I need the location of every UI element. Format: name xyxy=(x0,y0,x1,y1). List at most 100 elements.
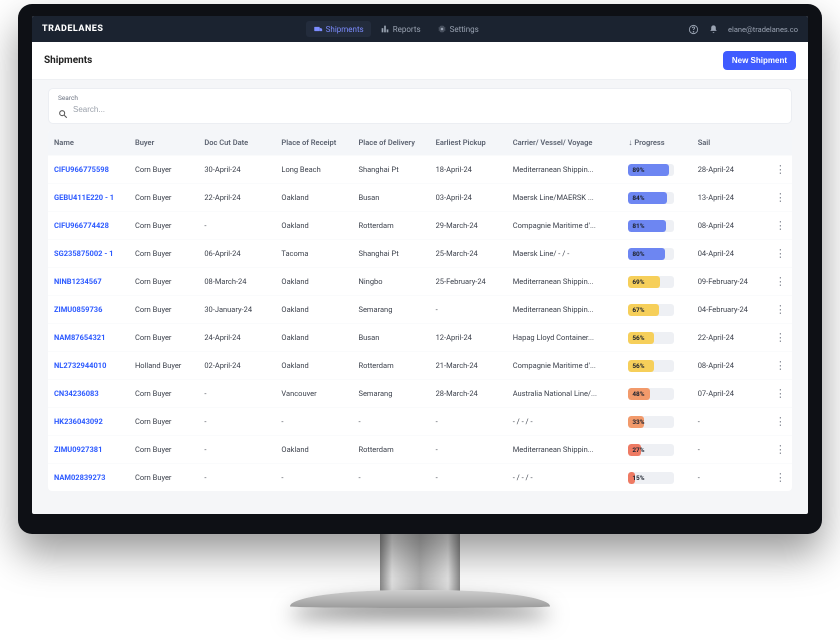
col-doc-cut[interactable]: Doc Cut Date xyxy=(198,130,275,156)
cell-receipt: Oakland xyxy=(275,268,352,296)
shipment-link[interactable]: NINB1234567 xyxy=(54,277,102,286)
cell-buyer: Corn Buyer xyxy=(129,464,198,492)
cell-buyer: Corn Buyer xyxy=(129,408,198,436)
user-email[interactable]: elane@tradelanes.co xyxy=(728,25,798,34)
shipment-link[interactable]: ZIMU0859736 xyxy=(54,305,102,314)
col-pickup[interactable]: Earliest Pickup xyxy=(430,130,507,156)
cell-sail: - xyxy=(692,464,769,492)
cell-pickup: 29-March-24 xyxy=(430,212,507,240)
search-card: Search xyxy=(48,88,792,124)
cell-pickup: 28-March-24 xyxy=(430,380,507,408)
cell-doc-cut: - xyxy=(198,464,275,492)
nav-center: Shipments Reports Settings xyxy=(306,21,486,37)
progress-value: 84% xyxy=(632,192,644,204)
table-row: ZIMU0927381Corn Buyer-OaklandRotterdam-M… xyxy=(48,436,792,464)
cell-sail: 28-April-24 xyxy=(692,156,769,184)
shipment-link[interactable]: SG235875002 - 1 xyxy=(54,249,113,258)
col-carrier[interactable]: Carrier/ Vessel/ Voyage xyxy=(507,130,623,156)
cell-pickup: 21-March-24 xyxy=(430,352,507,380)
nav-shipments[interactable]: Shipments xyxy=(306,21,371,37)
cell-buyer: Corn Buyer xyxy=(129,436,198,464)
row-actions-menu[interactable]: ⋮ xyxy=(769,268,792,296)
row-actions-menu[interactable]: ⋮ xyxy=(769,296,792,324)
row-actions-menu[interactable]: ⋮ xyxy=(769,352,792,380)
cell-progress: 15% xyxy=(622,464,691,492)
cell-name: CN34236083 xyxy=(48,380,129,408)
nav-reports[interactable]: Reports xyxy=(373,21,428,37)
cell-name: GEBU411E220 - 1 xyxy=(48,184,129,212)
row-actions-menu[interactable]: ⋮ xyxy=(769,184,792,212)
cell-delivery: - xyxy=(353,464,430,492)
cell-sail: 22-April-24 xyxy=(692,324,769,352)
table-row: CIFU966775598Corn Buyer30-April-24Long B… xyxy=(48,156,792,184)
row-actions-menu[interactable]: ⋮ xyxy=(769,212,792,240)
progress-bar: 69% xyxy=(628,276,674,288)
cell-receipt: Oakland xyxy=(275,296,352,324)
cell-name: NAM02839273 xyxy=(48,464,129,492)
table-row: NINB1234567Corn Buyer08-March-24OaklandN… xyxy=(48,268,792,296)
progress-bar: 80% xyxy=(628,248,674,260)
search-input[interactable] xyxy=(73,105,782,114)
bell-icon[interactable] xyxy=(708,24,718,34)
cell-receipt: Oakland xyxy=(275,184,352,212)
table-row: CN34236083Corn Buyer-VancouverSemarang28… xyxy=(48,380,792,408)
cell-carrier: Mediterranean Shippin... xyxy=(507,296,623,324)
shipment-link[interactable]: GEBU411E220 - 1 xyxy=(54,193,114,202)
nav-settings-label: Settings xyxy=(450,25,479,34)
cell-sail: - xyxy=(692,436,769,464)
col-delivery[interactable]: Place of Delivery xyxy=(353,130,430,156)
nav-settings[interactable]: Settings xyxy=(430,21,486,37)
col-sail[interactable]: Sail xyxy=(692,130,769,156)
table-row: SG235875002 - 1Corn Buyer06-April-24Taco… xyxy=(48,240,792,268)
cell-doc-cut: - xyxy=(198,436,275,464)
row-actions-menu[interactable]: ⋮ xyxy=(769,324,792,352)
nav-reports-label: Reports xyxy=(393,25,421,34)
progress-bar: 56% xyxy=(628,332,674,344)
progress-bar: 33% xyxy=(628,416,674,428)
cell-receipt: - xyxy=(275,464,352,492)
shipment-link[interactable]: CIFU966775598 xyxy=(54,165,109,174)
progress-value: 56% xyxy=(632,332,644,344)
col-receipt[interactable]: Place of Receipt xyxy=(275,130,352,156)
shipment-link[interactable]: NL2732944010 xyxy=(54,361,106,370)
progress-bar: 84% xyxy=(628,192,674,204)
cell-receipt: - xyxy=(275,408,352,436)
cell-carrier: Mediterranean Shippin... xyxy=(507,436,623,464)
search-label: Search xyxy=(58,94,782,102)
cell-pickup: 12-April-24 xyxy=(430,324,507,352)
shipment-link[interactable]: CIFU966774428 xyxy=(54,221,109,230)
cell-progress: 27% xyxy=(622,436,691,464)
cell-delivery: Shanghai Pt xyxy=(353,240,430,268)
cell-carrier: Maersk Line/ - / - xyxy=(507,240,623,268)
row-actions-menu[interactable]: ⋮ xyxy=(769,156,792,184)
table-row: NL2732944010Holland Buyer02-April-24Oakl… xyxy=(48,352,792,380)
sort-desc-icon: ↓ xyxy=(628,138,632,147)
row-actions-menu[interactable]: ⋮ xyxy=(769,408,792,436)
progress-value: 80% xyxy=(632,248,644,260)
row-actions-menu[interactable]: ⋮ xyxy=(769,464,792,492)
col-name[interactable]: Name xyxy=(48,130,129,156)
cell-receipt: Oakland xyxy=(275,212,352,240)
cell-progress: 67% xyxy=(622,296,691,324)
cell-delivery: Semarang xyxy=(353,296,430,324)
cell-receipt: Long Beach xyxy=(275,156,352,184)
shipment-link[interactable]: NAM87654321 xyxy=(54,333,105,342)
cell-carrier: Maersk Line/MAERSK ... xyxy=(507,184,623,212)
cell-name: HK236043092 xyxy=(48,408,129,436)
shipment-link[interactable]: NAM02839273 xyxy=(54,473,105,482)
cell-buyer: Corn Buyer xyxy=(129,296,198,324)
row-actions-menu[interactable]: ⋮ xyxy=(769,380,792,408)
shipment-link[interactable]: ZIMU0927381 xyxy=(54,445,102,454)
row-actions-menu[interactable]: ⋮ xyxy=(769,436,792,464)
row-actions-menu[interactable]: ⋮ xyxy=(769,240,792,268)
cell-name: ZIMU0859736 xyxy=(48,296,129,324)
cell-doc-cut: 30-January-24 xyxy=(198,296,275,324)
col-buyer[interactable]: Buyer xyxy=(129,130,198,156)
help-icon[interactable] xyxy=(688,24,698,34)
shipment-link[interactable]: HK236043092 xyxy=(54,417,103,426)
col-progress[interactable]: ↓Progress xyxy=(622,130,691,156)
new-shipment-button[interactable]: New Shipment xyxy=(723,51,796,70)
shipment-link[interactable]: CN34236083 xyxy=(54,389,99,398)
cell-sail: 07-April-24 xyxy=(692,380,769,408)
cell-pickup: 25-February-24 xyxy=(430,268,507,296)
